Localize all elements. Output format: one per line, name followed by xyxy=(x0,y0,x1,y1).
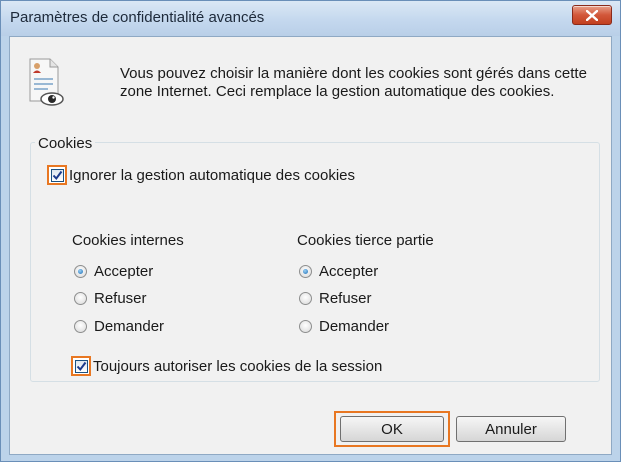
ok-button[interactable]: OK xyxy=(340,416,444,442)
radio-button[interactable] xyxy=(74,292,87,305)
radio-button[interactable] xyxy=(299,320,312,333)
first-party-accept-option[interactable]: Accepter xyxy=(74,263,153,280)
session-checkbox-highlight xyxy=(71,356,91,376)
description-text: Vous pouvez choisir la manière dont les … xyxy=(120,65,587,100)
radio-label: Accepter xyxy=(319,263,379,280)
first-party-ask-option[interactable]: Demander xyxy=(74,318,164,335)
close-icon xyxy=(586,10,598,21)
radio-button[interactable] xyxy=(74,265,87,278)
radio-label: Accepter xyxy=(94,263,154,280)
close-button[interactable] xyxy=(572,5,612,25)
third-party-title: Cookies tierce partie xyxy=(297,232,434,249)
first-party-refuse-option[interactable]: Refuser xyxy=(74,290,147,307)
radio-label: Demander xyxy=(94,318,165,335)
radio-button[interactable] xyxy=(299,292,312,305)
radio-button[interactable] xyxy=(74,320,87,333)
cancel-button[interactable]: Annuler xyxy=(456,416,566,442)
window-title: Paramètres de confidentialité avancés xyxy=(10,9,265,26)
override-checkbox-label: Ignorer la gestion automatique des cooki… xyxy=(69,166,356,184)
override-automatic-cookies-row[interactable]: Ignorer la gestion automatique des cooki… xyxy=(47,165,355,185)
checkmark-icon xyxy=(76,361,86,371)
radio-label: Demander xyxy=(319,318,390,335)
session-checkbox[interactable] xyxy=(74,359,88,373)
override-checkbox-highlight xyxy=(47,165,67,185)
third-party-accept-option[interactable]: Accepter xyxy=(299,263,378,280)
third-party-refuse-option[interactable]: Refuser xyxy=(299,290,372,307)
cookies-group-label: Cookies xyxy=(35,135,96,152)
radio-label: Refuser xyxy=(94,290,147,307)
third-party-ask-option[interactable]: Demander xyxy=(299,318,389,335)
checkmark-icon xyxy=(52,170,62,180)
dialog-window: Paramètres de confidentialité avancés Vo… xyxy=(0,0,621,462)
override-checkbox[interactable] xyxy=(50,168,64,182)
document-privacy-eye-icon xyxy=(29,58,64,106)
radio-button[interactable] xyxy=(299,265,312,278)
first-party-title: Cookies internes xyxy=(72,232,184,249)
dialog-content: Vous pouvez choisir la manière dont les … xyxy=(9,36,612,455)
radio-label: Refuser xyxy=(319,290,372,307)
title-bar[interactable]: Paramètres de confidentialité avancés xyxy=(1,1,620,36)
always-allow-session-cookies-row[interactable]: Toujours autoriser les cookies de la ses… xyxy=(71,356,382,376)
session-checkbox-label: Toujours autoriser les cookies de la ses… xyxy=(93,357,383,375)
